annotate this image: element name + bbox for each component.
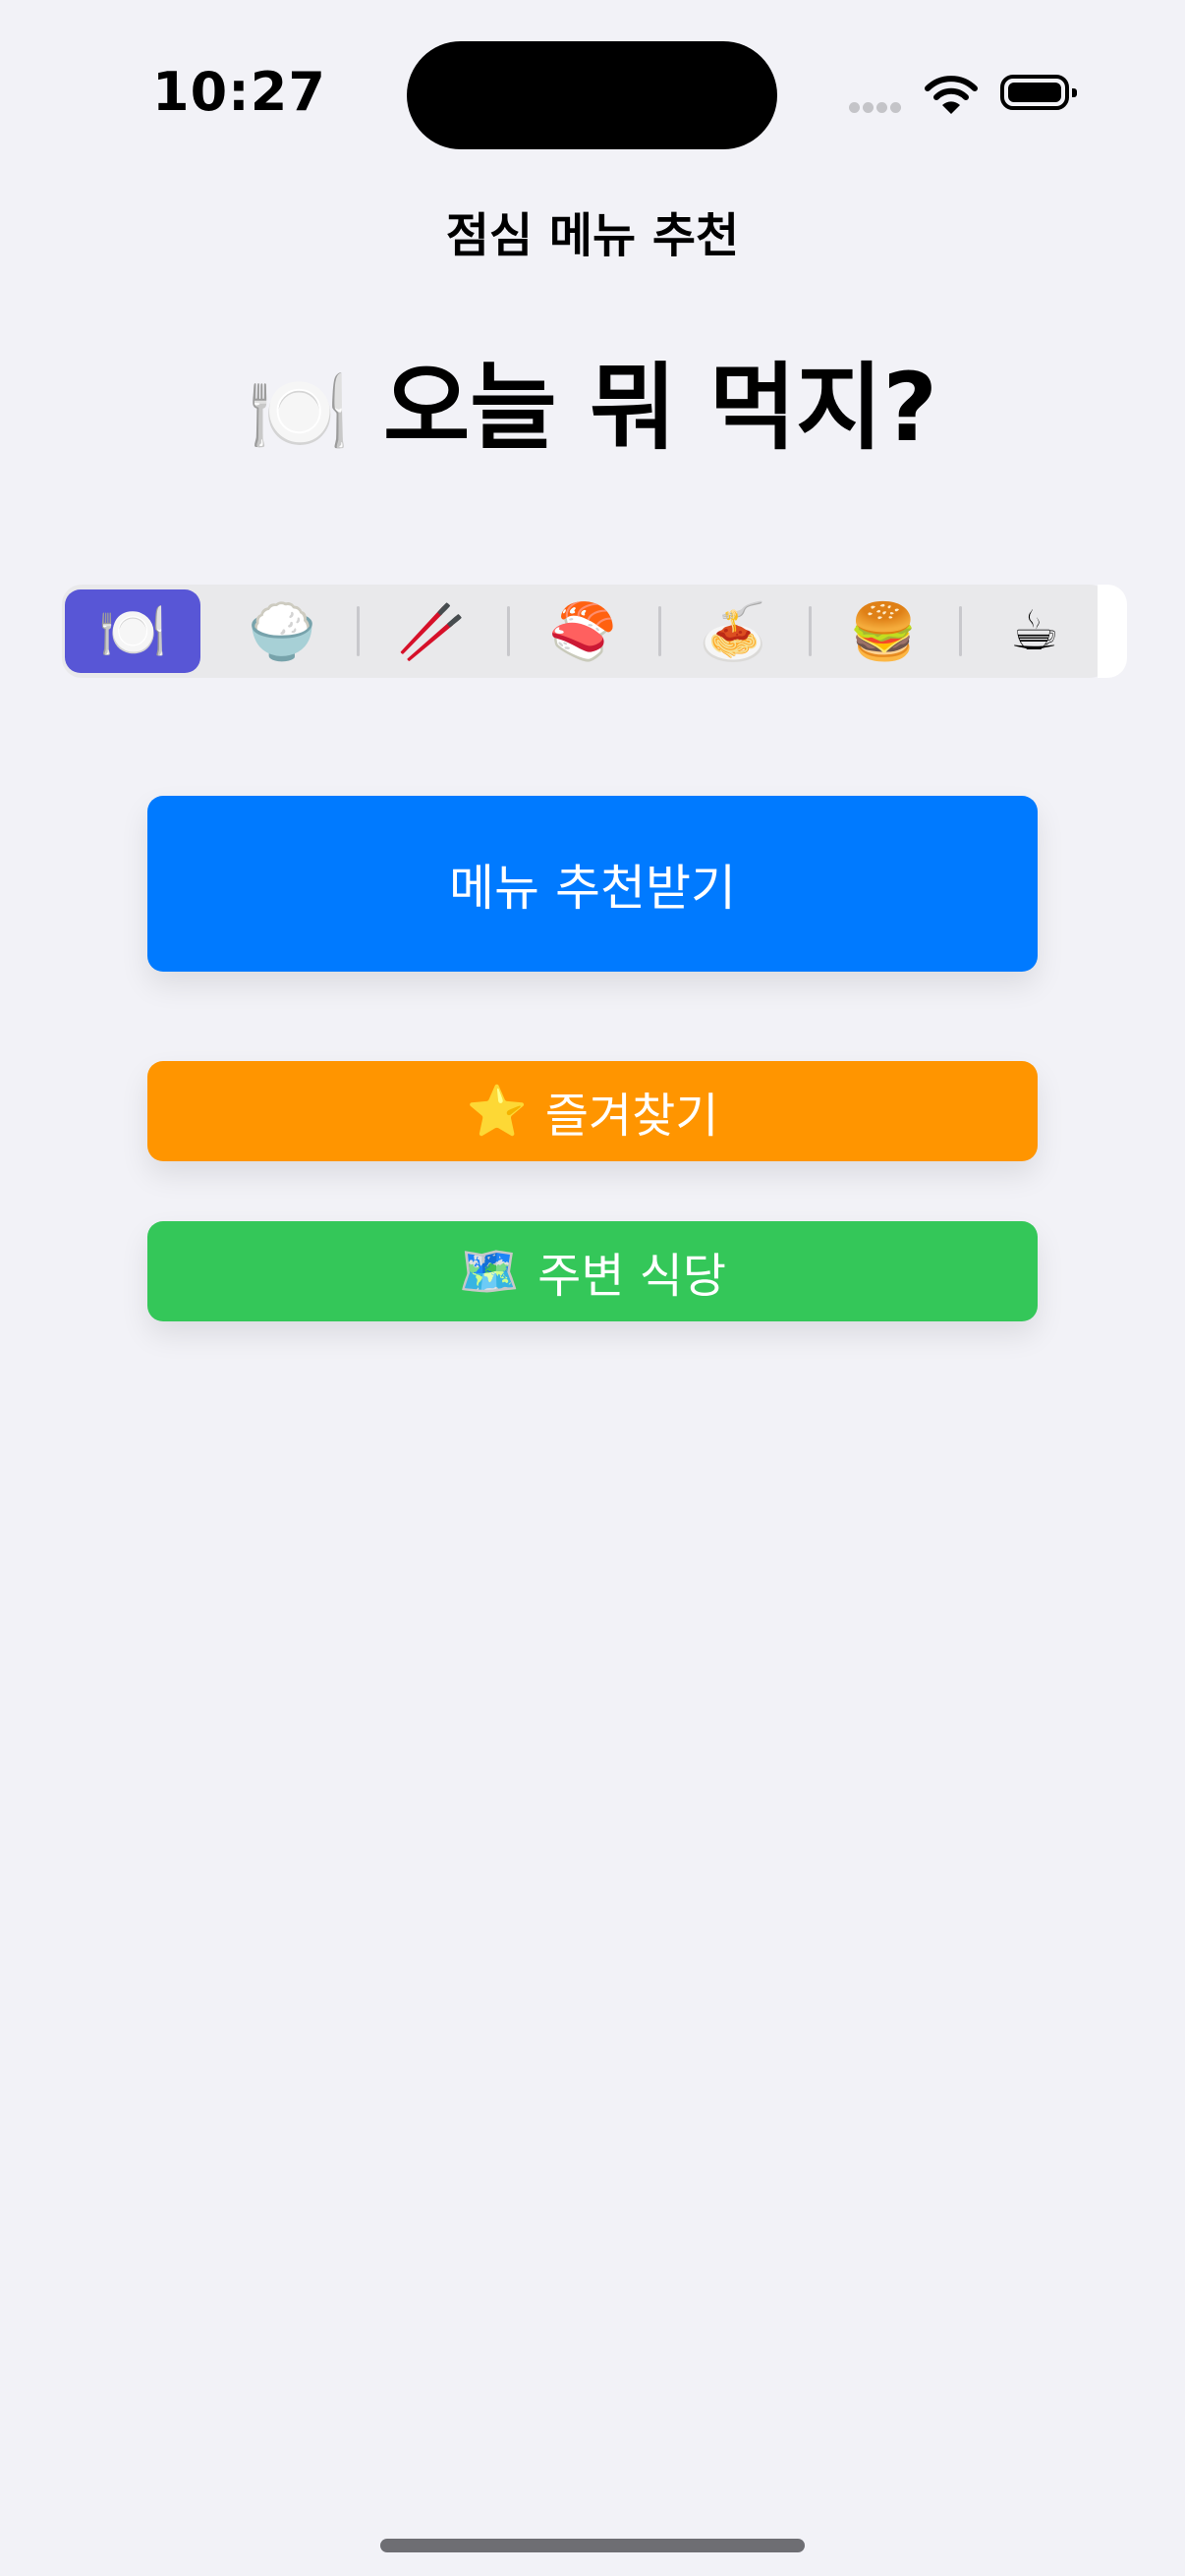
coffee-icon[interactable]: ☕	[967, 589, 1102, 673]
nearby-restaurants-label: 주변 식당	[537, 1249, 727, 1304]
sushi-icon[interactable]: 🍣	[515, 589, 650, 673]
category-segmented-control[interactable]: 🍽️ 🍚 🥢 🍣 🍝 🍔 ☕	[62, 585, 1127, 678]
segment-divider	[809, 606, 812, 656]
favorites-button[interactable]: ⭐ 즐겨찾기	[147, 1061, 1038, 1161]
segment-divider	[357, 606, 360, 656]
spaghetti-icon[interactable]: 🍝	[665, 589, 801, 673]
wifi-icon	[925, 76, 978, 114]
map-icon: 🗺️	[458, 1242, 521, 1300]
recommend-menu-button[interactable]: 메뉴 추천받기	[147, 796, 1038, 972]
nav-title: 점심 메뉴 추천	[445, 208, 740, 263]
nearby-restaurants-button[interactable]: 🗺️ 주변 식당	[147, 1221, 1038, 1321]
segment-divider	[507, 606, 510, 656]
rice-icon[interactable]: 🍚	[214, 589, 350, 673]
hamburger-icon[interactable]: 🍔	[816, 589, 951, 673]
headline-text: 오늘 뭐 먹지?	[382, 353, 938, 463]
battery-icon	[1000, 75, 1077, 110]
home-indicator[interactable]	[380, 2539, 805, 2552]
recommend-menu-label: 메뉴 추천받기	[449, 859, 736, 917]
plate-icon: 🍽️	[247, 364, 351, 460]
star-icon: ⭐	[466, 1082, 528, 1140]
segment-divider	[959, 606, 962, 656]
favorites-label: 즐겨찾기	[544, 1089, 719, 1144]
plate-icon[interactable]: 🍽️	[65, 589, 200, 673]
status-time: 10:27	[152, 61, 326, 123]
headline: 🍽️ 오늘 뭐 먹지?	[0, 349, 1185, 471]
chopsticks-icon[interactable]: 🥢	[364, 589, 499, 673]
segment-divider	[658, 606, 661, 656]
dynamic-island	[407, 41, 777, 149]
